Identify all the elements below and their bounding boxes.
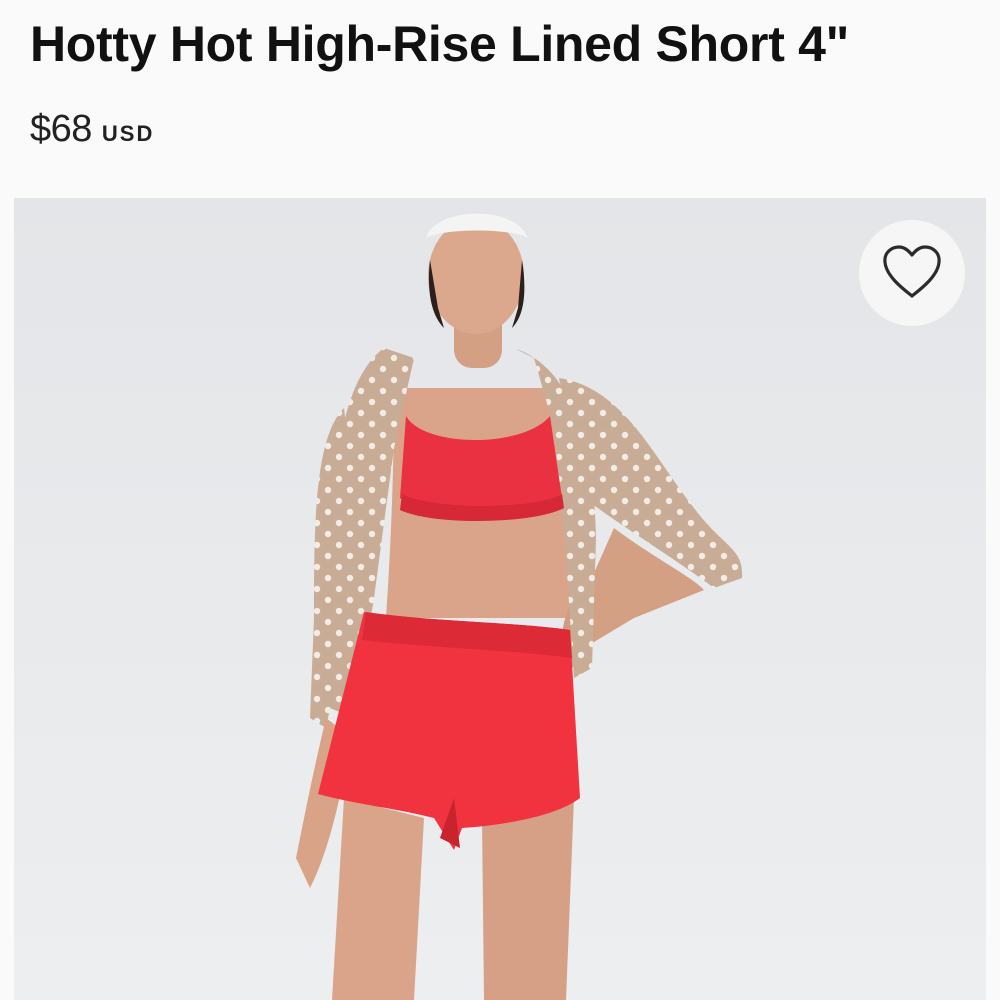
product-title: Hotty Hot High-Rise Lined Short 4" <box>30 16 850 72</box>
product-page: Hotty Hot High-Rise Lined Short 4" $68 U… <box>0 0 1000 1000</box>
heart-outline-icon <box>883 245 941 298</box>
product-price: $68 <box>30 108 92 150</box>
product-image[interactable] <box>14 198 986 1000</box>
price-currency: USD <box>101 121 155 146</box>
favorite-button[interactable] <box>859 220 965 326</box>
model-illustration <box>296 213 743 1000</box>
price-row: $68 USD <box>30 108 154 151</box>
